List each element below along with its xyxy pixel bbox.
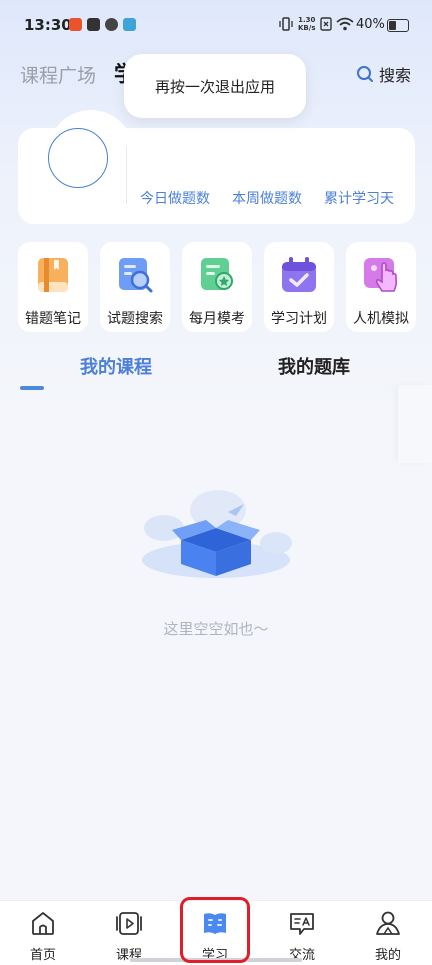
video-notification-icon xyxy=(87,18,100,31)
exam-certificate-icon xyxy=(201,258,233,290)
tool-study-plan[interactable]: 学习计划 xyxy=(264,242,334,332)
stat-today-questions[interactable]: 今日做题数 xyxy=(140,188,210,208)
wifi-icon xyxy=(336,17,354,31)
profile-icon xyxy=(376,911,400,935)
tool-label: 人机模拟 xyxy=(353,311,409,327)
nav-community[interactable]: 交流 xyxy=(272,907,332,963)
vibrate-icon xyxy=(279,17,293,31)
avatar[interactable] xyxy=(48,128,108,188)
tab-my-courses[interactable]: 我的课程 xyxy=(80,353,152,379)
search-label: 搜索 xyxy=(379,66,412,85)
tool-monthly-exam[interactable]: 每月模考 xyxy=(182,242,252,332)
search-icon xyxy=(357,66,373,82)
tab-my-question-bank[interactable]: 我的题库 xyxy=(278,353,350,379)
tab-indicator xyxy=(20,386,44,390)
profile-card: 今日做题数 本周做题数 累计学习天 xyxy=(18,110,415,224)
tool-label: 错题笔记 xyxy=(25,311,81,327)
study-tab-highlight xyxy=(180,897,250,963)
search-doc-icon xyxy=(119,258,153,293)
tab-course-plaza[interactable]: 课程广场 xyxy=(20,61,96,88)
nav-home[interactable]: 首页 xyxy=(13,907,73,963)
nav-label: 首页 xyxy=(29,948,56,963)
app-notification-icon xyxy=(69,18,82,31)
card-divider xyxy=(126,146,127,204)
empty-state-text: 这里空空如也～ xyxy=(163,620,269,638)
network-speed: 1.30 KB/s xyxy=(298,16,316,32)
battery-percent: 40% xyxy=(356,17,385,32)
battery-icon xyxy=(387,19,409,32)
home-icon xyxy=(32,912,54,935)
nav-profile[interactable]: 我的 xyxy=(358,907,418,963)
sim-x-icon xyxy=(320,17,332,31)
empty-box-illustration xyxy=(142,490,292,578)
calendar-check-icon xyxy=(282,257,316,292)
notebook-icon xyxy=(38,258,68,292)
status-bar: 13:30 1.30 KB/s 40% xyxy=(0,0,432,50)
course-play-icon xyxy=(116,912,142,935)
stat-week-questions[interactable]: 本周做题数 xyxy=(232,188,302,208)
touch-hand-icon xyxy=(364,258,398,292)
tool-wrong-notes[interactable]: 错题笔记 xyxy=(18,242,88,332)
tool-ai-simulation[interactable]: 人机模拟 xyxy=(346,242,416,332)
quick-tools: 错题笔记 试题搜索 每月模考 学习计划 人机模拟 xyxy=(18,242,416,334)
chat-notification-icon xyxy=(123,18,136,31)
side-panel-edge xyxy=(398,385,432,463)
stat-total-study-days[interactable]: 累计学习天 xyxy=(324,188,394,208)
tool-label: 学习计划 xyxy=(271,311,327,327)
nav-courses[interactable]: 课程 xyxy=(99,907,159,963)
tool-label: 试题搜索 xyxy=(107,311,163,327)
tool-label: 每月模考 xyxy=(189,311,245,327)
nav-label: 我的 xyxy=(374,948,401,963)
search-button[interactable]: 搜索 xyxy=(356,62,411,86)
exit-toast: 再按一次退出应用 xyxy=(124,54,306,118)
tool-question-search[interactable]: 试题搜索 xyxy=(100,242,170,332)
status-time: 13:30 xyxy=(24,16,72,34)
chat-icon xyxy=(290,913,314,935)
link-notification-icon xyxy=(105,18,118,31)
